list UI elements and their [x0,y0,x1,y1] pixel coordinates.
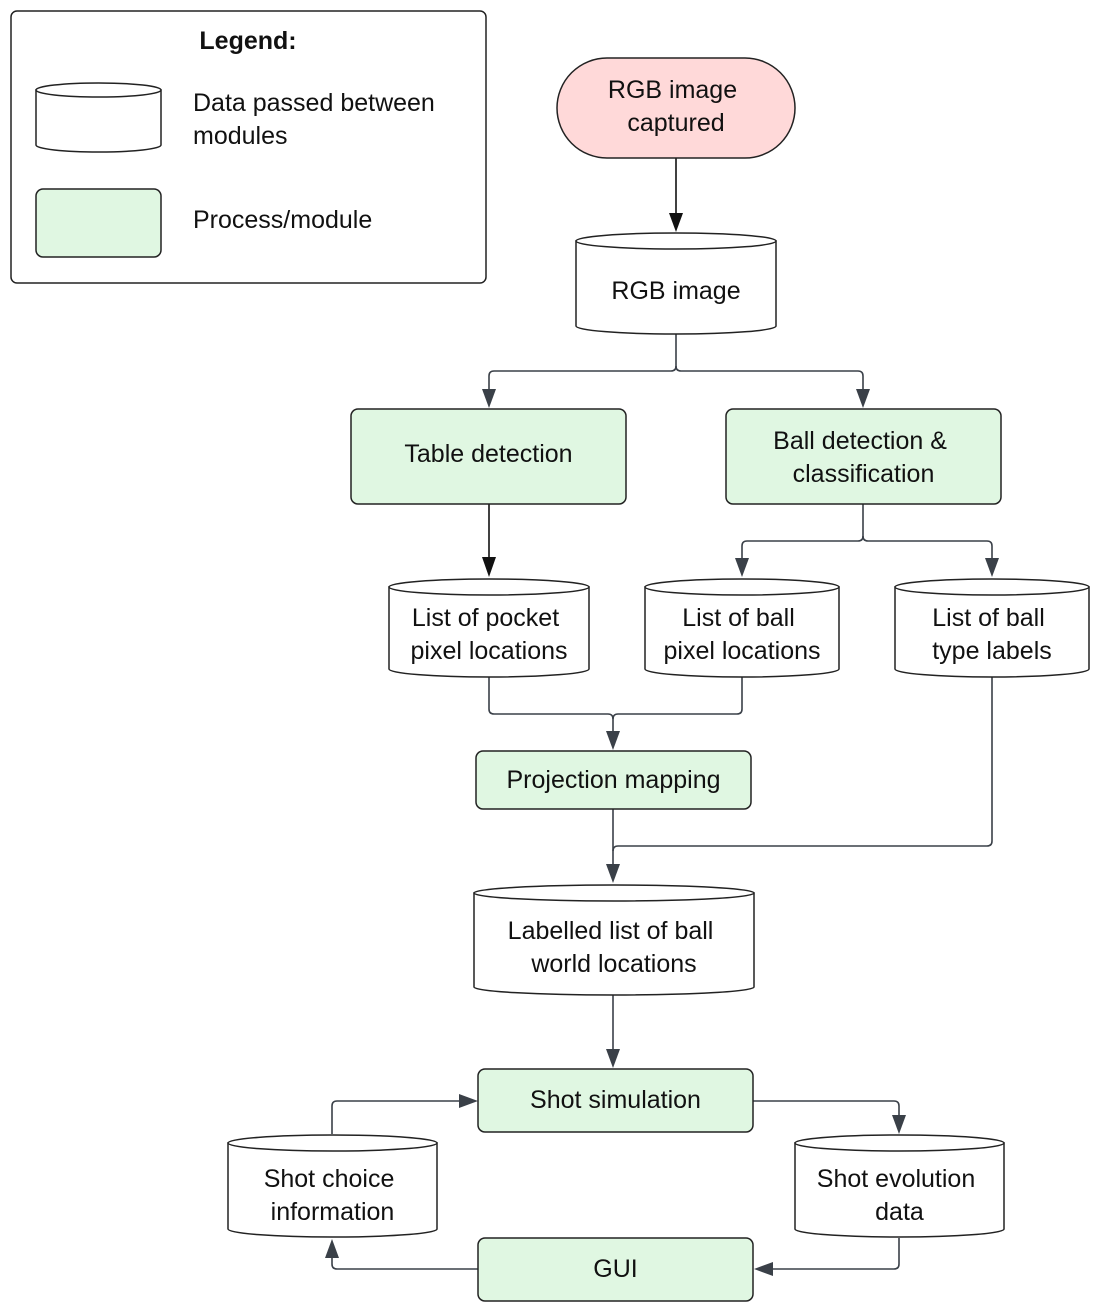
edge-captured-to-rgb-image [669,158,683,232]
node-gui[interactable]: GUI [477,1237,754,1302]
edge-evolution-to-gui [754,1238,900,1276]
node-rgb-image-captured[interactable]: RGB image captured [556,57,796,159]
node-shot-evolution[interactable]: Shot evolution data [794,1134,1005,1238]
flowchart: Legend: Data passed between modules Proc… [10,10,1090,1302]
node-label: Table detection [404,440,572,468]
node-projection-mapping[interactable]: Projection mapping [475,750,752,810]
node-rgb-image[interactable]: RGB image [575,232,777,335]
node-table-detection[interactable]: Table detection [350,408,627,505]
node-label: GUI [593,1255,637,1283]
legend-process-label: Process/module [193,206,372,234]
process-icon [35,188,162,258]
edge-gui-to-choice [325,1239,478,1270]
node-pocket-pixel-locations[interactable]: List of pocket pixel locations [388,578,590,678]
edge-choice-to-simulation [331,1094,478,1134]
edge-simulation-to-evolution [753,1100,906,1134]
edge-ball-detection-split [735,504,999,577]
edge-table-to-pocket [482,504,496,577]
node-shot-simulation[interactable]: Shot simulation [477,1068,754,1133]
node-ball-type-labels[interactable]: List of ball type labels [894,578,1090,678]
node-label: Shot simulation [530,1086,701,1114]
node-shot-choice[interactable]: Shot choice information [227,1134,438,1238]
edge-rgb-image-split [482,334,870,408]
node-ball-detection[interactable]: Ball detection & classification [725,408,1002,505]
terminal-shape [556,57,796,159]
node-world-locations[interactable]: Labelled list of ball world locations [473,884,755,996]
node-label: Projection mapping [506,766,720,794]
legend: Legend: Data passed between modules Proc… [10,10,487,284]
cylinder-icon [35,82,162,153]
legend-title: Legend: [199,27,296,55]
node-ball-pixel-locations[interactable]: List of ball pixel locations [644,578,840,678]
edge-world-to-simulation [606,995,620,1068]
process-shape [725,408,1002,505]
node-label: RGB image [611,277,740,305]
edge-pixels-to-projection [488,677,743,750]
